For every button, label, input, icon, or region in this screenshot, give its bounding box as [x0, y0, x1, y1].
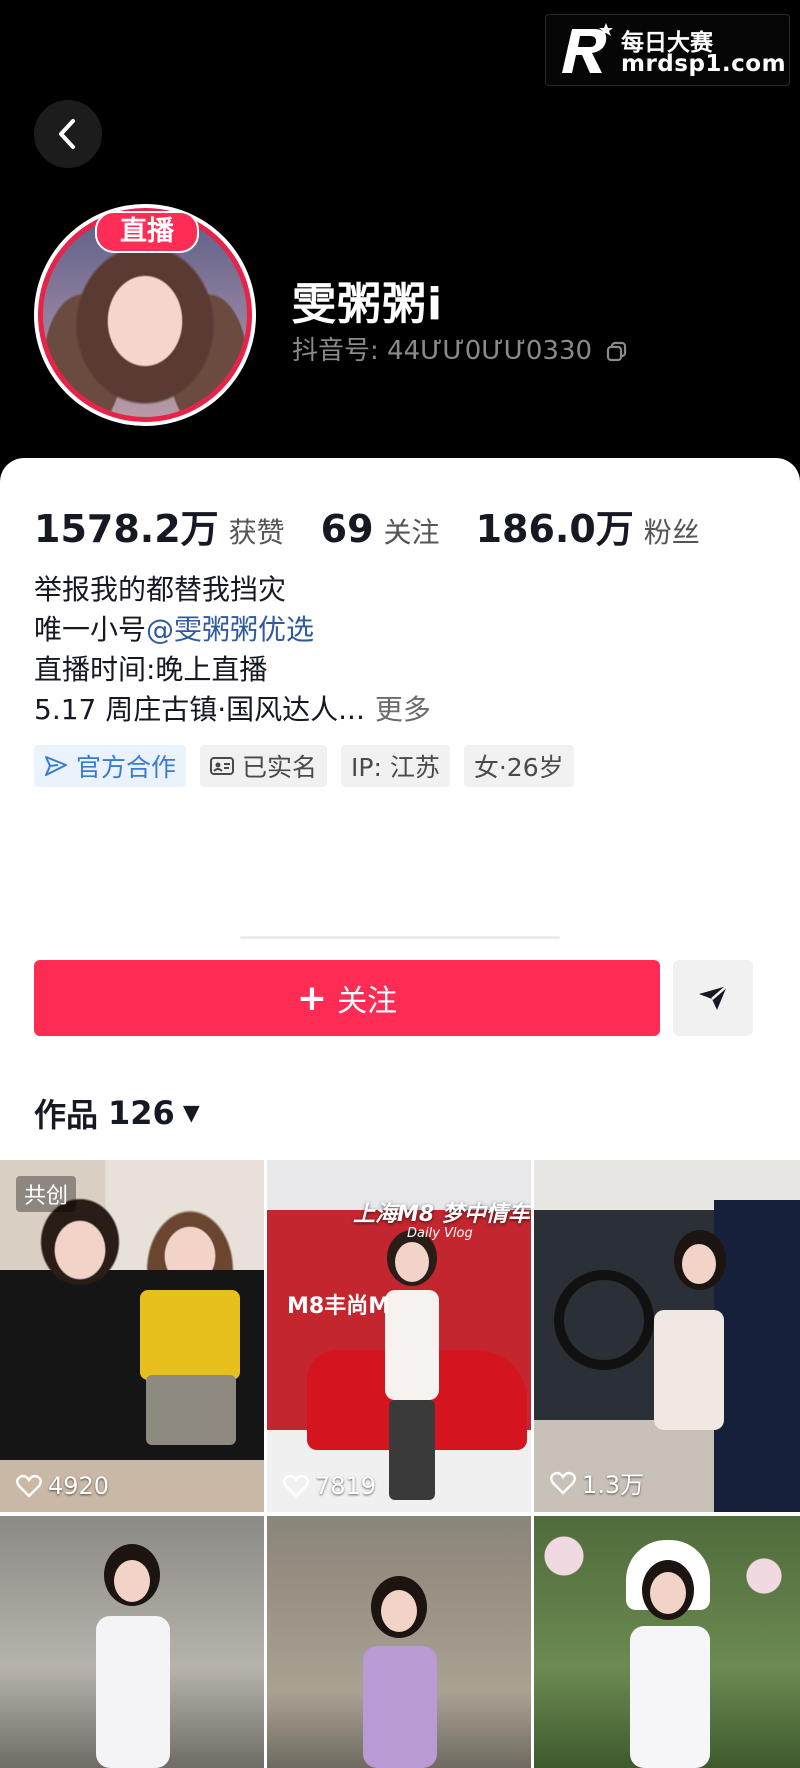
works-count: 126: [108, 1094, 175, 1132]
avatar[interactable]: 直播: [34, 204, 256, 426]
verified-label: 已实名: [242, 753, 318, 782]
divider: [240, 936, 560, 939]
video-likes-count: 1.3万: [582, 1471, 645, 1499]
video-thumbnail[interactable]: [0, 1516, 264, 1768]
douyin-id-text: 抖音号: 44ƯƯ0ƯƯ0330: [292, 336, 593, 366]
bio-line-3: 直播时间:晚上直播: [34, 653, 268, 686]
ip-tag: IP: 江苏: [341, 745, 450, 787]
verified-tag[interactable]: 已实名: [200, 745, 328, 787]
share-button[interactable]: [673, 960, 753, 1036]
watermark: 每日大赛 mrdsp1.com: [545, 14, 790, 86]
id-card-icon: [210, 757, 235, 775]
live-badge: 直播: [95, 211, 199, 253]
username: 雯粥粥i: [292, 279, 444, 330]
video-likes-count: 7819: [315, 1472, 377, 1500]
video-banner-text: M8丰尚M: [287, 1294, 391, 1319]
works-title: 作品: [34, 1096, 99, 1134]
official-collab-label: 官方合作: [76, 753, 177, 782]
copy-icon[interactable]: [606, 341, 628, 363]
video-thumbnail[interactable]: [267, 1516, 531, 1768]
caret-down-icon: ▼: [182, 1100, 200, 1126]
video-thumbnail[interactable]: 共创 4920: [0, 1160, 264, 1512]
back-button[interactable]: [34, 100, 102, 168]
works-tab[interactable]: 作品 126 ▼: [34, 1090, 200, 1136]
video-thumbnail[interactable]: 1.3万: [534, 1160, 800, 1512]
chevron-left-icon: [59, 119, 75, 149]
video-likes: 1.3万: [550, 1465, 644, 1500]
tag-row: 官方合作 已实名 IP: 江苏 女·26岁: [34, 745, 574, 787]
heart-icon: [550, 1471, 576, 1495]
watermark-url: mrdsp1.com: [621, 51, 787, 77]
video-thumbnail[interactable]: M8丰尚M 上海M8 梦中情车 Daily Vlog 7819: [267, 1160, 531, 1512]
follow-button[interactable]: + 关注: [34, 960, 660, 1036]
co-creation-badge: 共创: [16, 1176, 77, 1212]
profile-header: 每日大赛 mrdsp1.com 直播 雯粥粥i 抖音号: 44ƯƯ0ƯƯ0330: [0, 0, 800, 470]
video-likes: 7819: [283, 1472, 376, 1500]
gender-age-tag: 女·26岁: [463, 745, 574, 787]
stats-row: 1578.2万 获赞 69 关注 186.0万 粉丝: [34, 498, 700, 553]
bio-line-2: 唯一小号@雯粥粥优选: [34, 610, 431, 650]
follow-label: 关注: [337, 984, 398, 1019]
paper-plane-icon: [45, 756, 67, 776]
r-logo-icon: [562, 23, 613, 73]
bio: 举报我的都替我挡灾 唯一小号@雯粥粥优选 直播时间:晚上直播 5.17 周庄古镇…: [34, 570, 431, 730]
plus-icon: +: [296, 977, 328, 1019]
following-label: 关注: [383, 516, 440, 549]
douyin-id[interactable]: 抖音号: 44ƯƯ0ƯƯ0330: [292, 330, 628, 367]
official-collab-tag[interactable]: 官方合作: [34, 745, 187, 787]
likes-label: 获赞: [228, 516, 285, 549]
bio-line-1: 举报我的都替我挡灾: [34, 573, 287, 606]
video-likes: 4920: [16, 1472, 109, 1500]
followers-count[interactable]: 186.0万: [476, 498, 634, 553]
likes-count[interactable]: 1578.2万: [34, 498, 219, 553]
more-link[interactable]: 更多: [375, 693, 431, 726]
mention-link[interactable]: @雯粥粥优选: [146, 613, 314, 646]
send-icon: [699, 985, 728, 1010]
heart-icon: [283, 1474, 309, 1498]
video-overlay-subtitle: Daily Vlog: [407, 1226, 473, 1241]
video-overlay-title: 上海M8 梦中情车: [353, 1202, 530, 1227]
followers-label: 粉丝: [643, 516, 700, 549]
bio-line-4-text: 5.17 周庄古镇·国风达人...: [34, 693, 365, 726]
video-likes-count: 4920: [48, 1472, 110, 1500]
video-thumbnail[interactable]: [534, 1516, 800, 1768]
bio-line-4: 5.17 周庄古镇·国风达人... 更多: [34, 690, 431, 730]
bio-line-2-prefix: 唯一小号: [34, 613, 147, 646]
heart-icon: [16, 1474, 42, 1498]
following-count[interactable]: 69: [321, 507, 374, 551]
